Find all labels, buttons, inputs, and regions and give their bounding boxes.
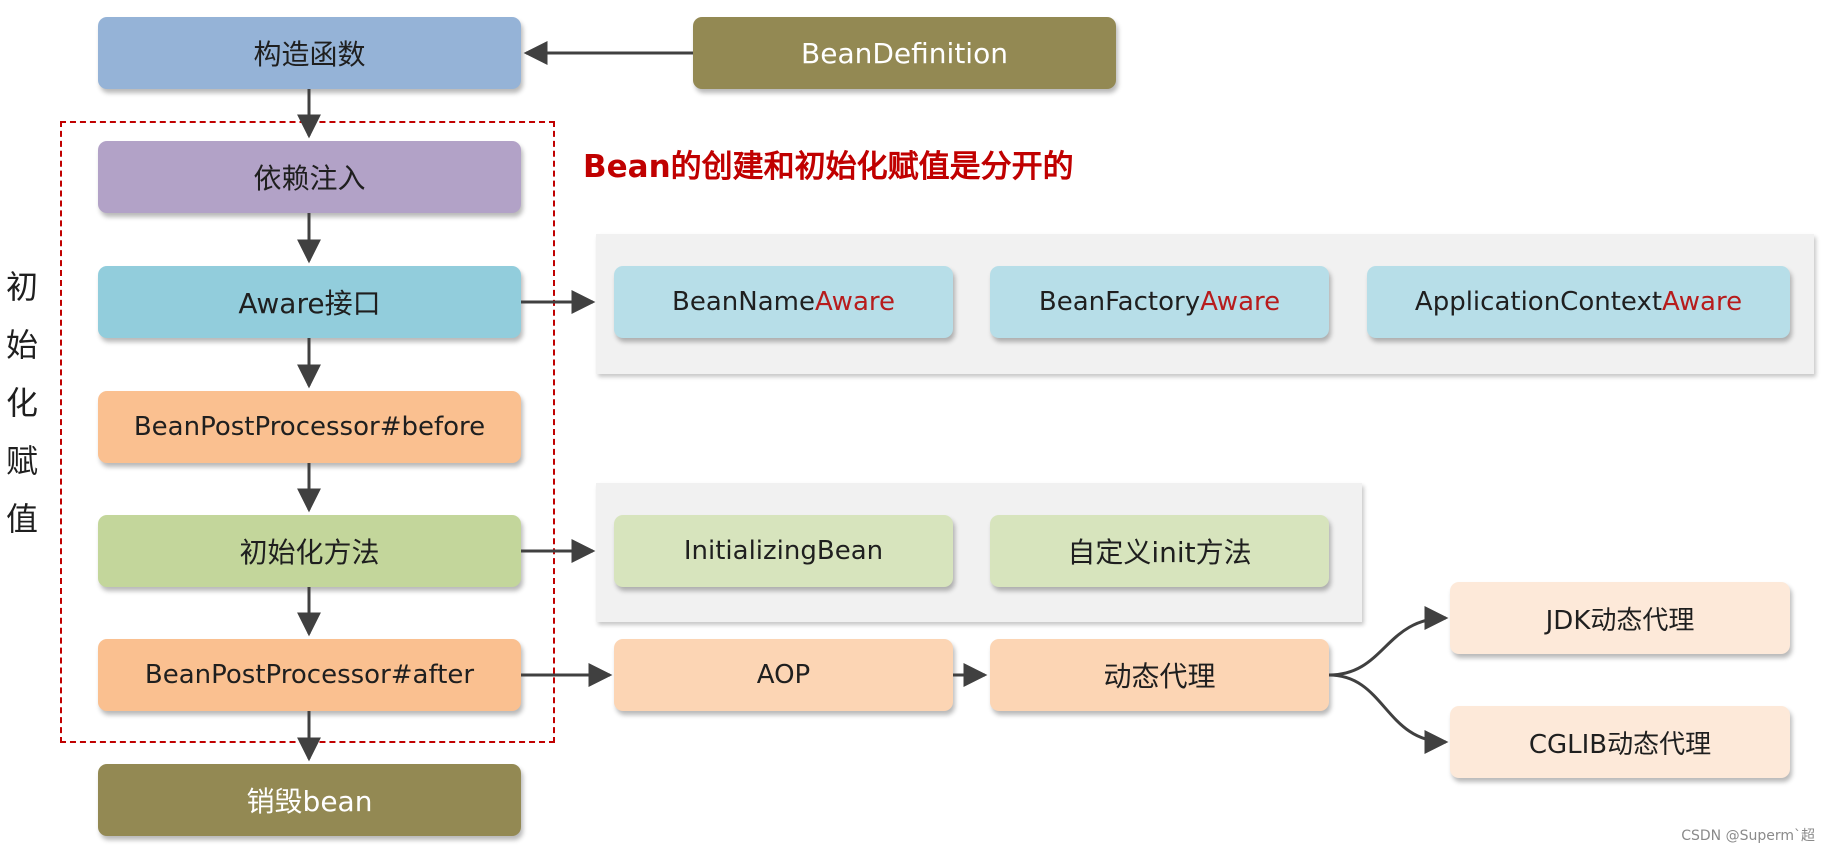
connector-layer xyxy=(297,41,1449,762)
arrow-right-icon xyxy=(1328,606,1449,677)
arrow-right-icon xyxy=(1328,673,1449,754)
watermark: CSDN @Superm`超 xyxy=(1681,828,1815,844)
